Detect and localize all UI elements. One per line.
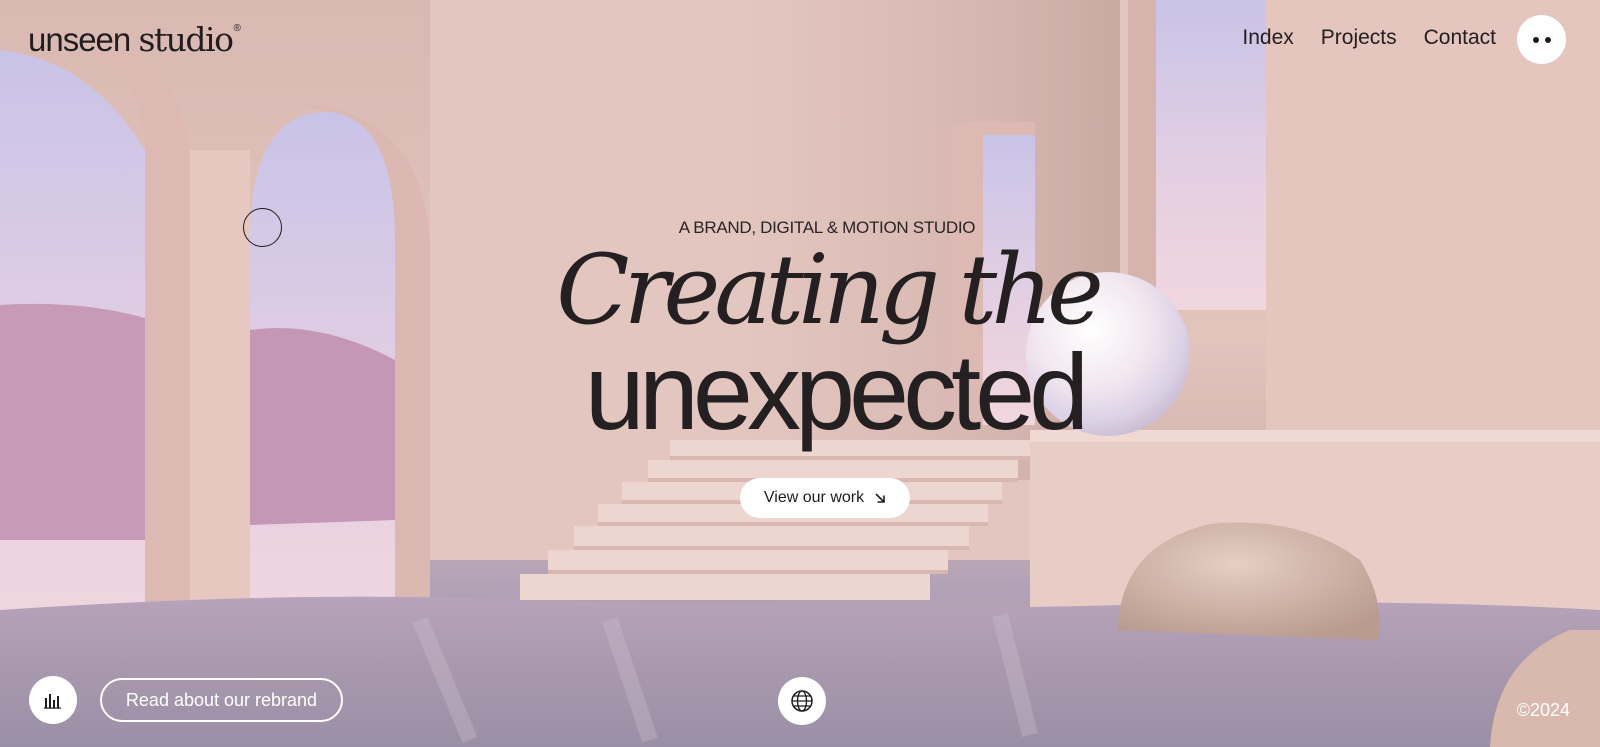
view-work-button[interactable]: View our work (740, 478, 910, 518)
language-globe-button[interactable] (778, 677, 826, 725)
logo-word-unseen: unseen (28, 21, 131, 58)
logo-word-studio: studio (138, 20, 234, 59)
rebrand-link-button[interactable]: Read about our rebrand (100, 678, 343, 722)
bar-chart-icon (44, 694, 61, 709)
hero-stage: unseen studio® Index Projects Contact A … (0, 0, 1600, 747)
view-work-label: View our work (763, 489, 865, 506)
menu-button[interactable] (1517, 15, 1566, 64)
main-nav: Index Projects Contact (1242, 26, 1496, 50)
globe-icon (791, 690, 813, 712)
hero-headline-line2: unexpected (584, 331, 1089, 452)
nav-link-projects[interactable]: Projects (1321, 26, 1397, 50)
arrow-down-right-icon (875, 493, 885, 503)
menu-dot-icon (1544, 36, 1551, 43)
hero-headline-line1: Creating the (556, 234, 1104, 346)
brand-logo[interactable]: unseen studio® (28, 20, 241, 59)
nav-link-index[interactable]: Index (1242, 26, 1293, 50)
stats-button[interactable] (29, 676, 77, 724)
menu-dot-icon (1532, 36, 1539, 43)
registered-mark: ® (233, 23, 240, 34)
copyright-text: ©2024 (1516, 700, 1570, 720)
nav-link-contact[interactable]: Contact (1424, 26, 1496, 50)
